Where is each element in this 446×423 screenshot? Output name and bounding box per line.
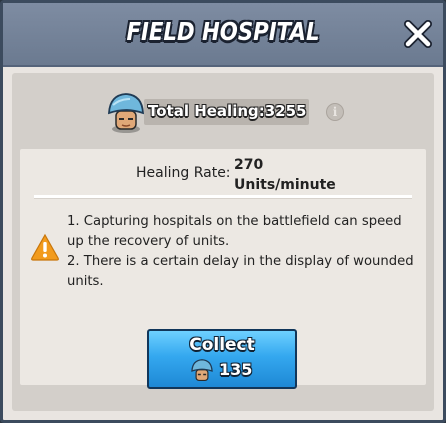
- healing-rate-value: 270 Units/minute: [234, 155, 374, 195]
- hospital-notes: 1. Capturing hospitals on the battlefiel…: [67, 212, 419, 292]
- collect-button-label: Collect: [189, 335, 255, 355]
- collect-amount: 135: [219, 360, 253, 379]
- soldier-helmet-icon: [108, 93, 144, 133]
- total-healing-row: Total Healing:3255 i: [104, 91, 344, 133]
- total-healing-label: Total Healing:3255: [148, 102, 307, 120]
- healing-rate-unit: Units/minute: [234, 177, 336, 193]
- collect-button[interactable]: Collect 135: [147, 329, 297, 389]
- note-line-1: 1. Capturing hospitals on the battlefiel…: [67, 214, 402, 249]
- dialog-header: FIELD HOSPITAL: [3, 3, 443, 67]
- dialog-title: FIELD HOSPITAL: [126, 17, 320, 46]
- healing-rate-number: 270: [234, 157, 264, 173]
- info-icon[interactable]: i: [326, 103, 344, 121]
- soldier-helmet-icon: [191, 359, 213, 382]
- warning-icon: [31, 233, 59, 261]
- close-button[interactable]: [403, 19, 433, 49]
- field-hospital-dialog: FIELD HOSPITAL Total Healing:3255 i Heal…: [0, 0, 446, 423]
- dialog-body: Total Healing:3255 i Healing Rate: 270 U…: [12, 73, 434, 411]
- healing-rate-label: Healing Rate:: [136, 165, 231, 181]
- close-icon: [404, 20, 432, 48]
- note-line-2: 2. There is a certain delay in the displ…: [67, 254, 414, 289]
- divider: [34, 195, 412, 199]
